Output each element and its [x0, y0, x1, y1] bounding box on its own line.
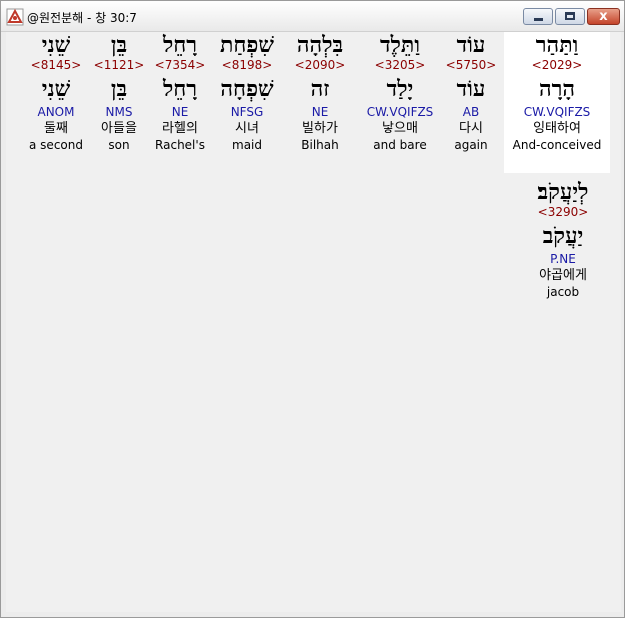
verse-analysis-panel: וַתַּהַר <2029> הָרָה CW.VQIFZS 잉태하여 And…: [6, 32, 621, 612]
minimize-icon: [534, 18, 543, 21]
hebrew-word: עוֹד: [456, 32, 486, 58]
english-gloss: a second: [29, 138, 83, 152]
morphology-code: NFSG: [230, 105, 264, 119]
hebrew-word: בֵּן: [110, 32, 128, 58]
maximize-icon: [565, 12, 575, 20]
minimize-button[interactable]: [523, 8, 553, 25]
strong-number[interactable]: <5750>: [436, 58, 506, 73]
root-word: יַעֲקֹב: [542, 223, 584, 249]
korean-gloss: 야곱에게: [539, 268, 587, 283]
korean-gloss: 시녀: [235, 121, 259, 136]
english-gloss: and bare: [373, 138, 427, 152]
korean-gloss: 다시: [459, 121, 483, 136]
word-cell[interactable]: שִׁפְחַת <8198> שִׁפְחָה NFSG 시녀 maid: [212, 32, 282, 153]
root-word: יָלַד: [386, 76, 414, 102]
english-gloss: maid: [232, 138, 262, 152]
morphology-code: AB: [462, 105, 480, 119]
hebrew-word: וַתֵּלֶד: [380, 32, 420, 58]
word-cell[interactable]: עוֹד <5750> עוֹד AB 다시 again: [436, 32, 506, 153]
english-gloss: Rachel's: [155, 138, 205, 152]
root-word: בֵּן: [110, 76, 128, 102]
hebrew-word: שֵׁנִי: [41, 32, 71, 58]
strong-number[interactable]: <2029>: [504, 58, 610, 73]
strong-number[interactable]: <8198>: [212, 58, 282, 73]
hebrew-word: בִּלְהָה: [296, 32, 344, 58]
korean-gloss: 아들을: [101, 121, 137, 136]
word-cell[interactable]: וַתֵּלֶד <3205> יָלַד CW.VQIFZS 낳으매 and …: [362, 32, 438, 153]
english-gloss: And-conceived: [512, 138, 602, 152]
word-cell[interactable]: וַתַּהַר <2029> הָרָה CW.VQIFZS 잉태하여 And…: [504, 32, 610, 173]
close-button[interactable]: x: [587, 8, 620, 25]
strong-number[interactable]: <8145>: [21, 58, 91, 73]
strong-number[interactable]: <3205>: [362, 58, 438, 73]
morphology-code: NE: [311, 105, 329, 119]
root-word: רָחֵל: [162, 76, 198, 102]
morphology-code: NMS: [105, 105, 133, 119]
root-word: עוֹד: [456, 76, 486, 102]
word-cell[interactable]: רָחֵל <7354> רָחֵל NE 라헬의 Rachel's: [145, 32, 215, 153]
english-gloss: son: [108, 138, 130, 152]
word-cell[interactable]: בֵּן <1121> בֵּן NMS 아들을 son: [84, 32, 154, 153]
korean-gloss: 빌하가: [302, 121, 338, 136]
title-bar[interactable]: @원전분해 - 창 30:7 x: [1, 1, 624, 32]
hebrew-word: וַתַּהַר: [535, 32, 579, 58]
word-cell[interactable]: בִּלְהָה <2090> זה NE 빌하가 Bilhah: [285, 32, 355, 153]
morphology-code: NE: [171, 105, 189, 119]
hebrew-word: שִׁפְחַת: [220, 32, 274, 58]
app-icon[interactable]: [6, 8, 24, 26]
morphology-code: CW.VQIFZS: [523, 105, 591, 119]
korean-gloss: 라헬의: [162, 121, 198, 136]
strong-number[interactable]: <3290>: [518, 205, 608, 220]
korean-gloss: 낳으매: [382, 121, 418, 136]
strong-number[interactable]: <1121>: [84, 58, 154, 73]
english-gloss: Bilhah: [301, 138, 339, 152]
window-title: @원전분해 - 창 30:7: [27, 11, 137, 25]
maximize-button[interactable]: [555, 8, 585, 25]
morphology-code: CW.VQIFZS: [366, 105, 434, 119]
morphology-code: ANOM: [37, 105, 75, 119]
strong-number[interactable]: <2090>: [285, 58, 355, 73]
morphology-code: P.NE: [550, 252, 576, 266]
close-icon: x: [599, 9, 608, 24]
english-gloss: jacob: [546, 285, 580, 299]
word-cell[interactable]: שֵׁנִי <8145> שֵׁנִי ANOM 둘째 a second: [21, 32, 91, 153]
strong-number[interactable]: <7354>: [145, 58, 215, 73]
korean-gloss: 둘째: [44, 121, 68, 136]
root-word: זה: [310, 76, 330, 102]
hebrew-word: לְיַעֲקֹב׃: [537, 179, 589, 205]
word-cell[interactable]: לְיַעֲקֹב׃ <3290> יַעֲקֹב P.NE 야곱에게 jaco…: [518, 179, 608, 300]
root-word: שֵׁנִי: [41, 76, 71, 102]
korean-gloss: 잉태하여: [533, 121, 581, 136]
hebrew-word: רָחֵל: [162, 32, 198, 58]
root-word: הָרָה: [538, 76, 576, 102]
window: @원전분해 - 창 30:7 x וַתַּהַר <2029> הָרָה C…: [0, 0, 625, 618]
english-gloss: again: [454, 138, 488, 152]
root-word: שִׁפְחָה: [220, 76, 274, 102]
